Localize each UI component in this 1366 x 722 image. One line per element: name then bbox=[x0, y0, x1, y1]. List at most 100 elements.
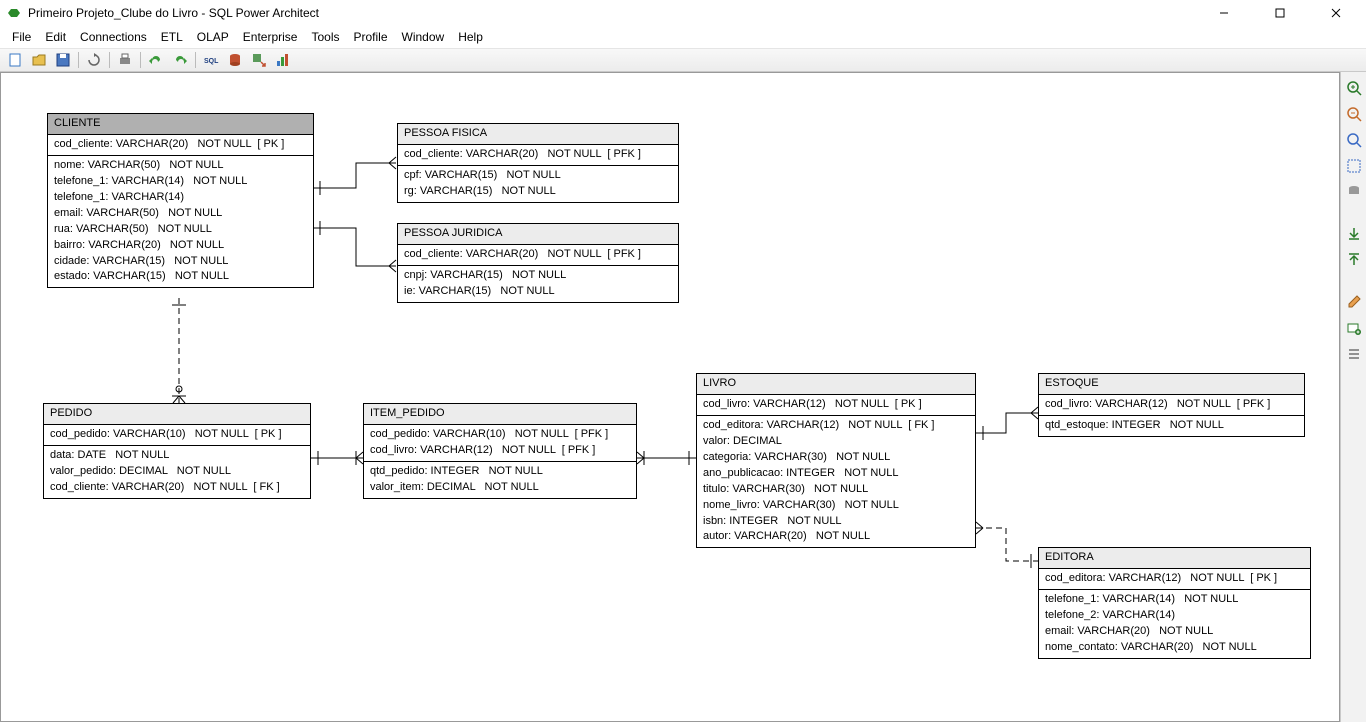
entity-header: CLIENTE bbox=[48, 114, 313, 134]
menu-file[interactable]: File bbox=[6, 28, 37, 46]
zoom-select-icon[interactable] bbox=[1344, 156, 1364, 176]
toolbar-sep bbox=[195, 52, 196, 68]
zoom-in-icon[interactable] bbox=[1344, 78, 1364, 98]
maximize-button[interactable] bbox=[1260, 2, 1300, 24]
column: email: VARCHAR(50) NOT NULL bbox=[54, 206, 307, 222]
column: data: DATE NOT NULL bbox=[50, 448, 304, 464]
column: cod_pedido: VARCHAR(10) NOT NULL [ PK ] bbox=[50, 427, 304, 443]
menu-enterprise[interactable]: Enterprise bbox=[237, 28, 304, 46]
download-icon[interactable] bbox=[1344, 224, 1364, 244]
col-section: telefone_1: VARCHAR(14) NOT NULL telefon… bbox=[1039, 590, 1310, 658]
pk-section: cod_livro: VARCHAR(12) NOT NULL [ PK ] bbox=[697, 394, 975, 416]
column: isbn: INTEGER NOT NULL bbox=[703, 514, 969, 530]
entity-header: ITEM_PEDIDO bbox=[364, 404, 636, 424]
entity-header: LIVRO bbox=[697, 374, 975, 394]
db-icon[interactable] bbox=[226, 51, 244, 69]
side-toolbar bbox=[1340, 72, 1366, 722]
pk-section: cod_cliente: VARCHAR(20) NOT NULL [ PFK … bbox=[398, 244, 678, 266]
entity-header: PEDIDO bbox=[44, 404, 310, 424]
new-table-icon[interactable] bbox=[1344, 318, 1364, 338]
column: cod_livro: VARCHAR(12) NOT NULL [ PFK ] bbox=[1045, 397, 1298, 413]
zoom-out-icon[interactable] bbox=[1344, 104, 1364, 124]
column: cod_livro: VARCHAR(12) NOT NULL [ PK ] bbox=[703, 397, 969, 413]
entity-pessoa-juridica[interactable]: PESSOA JURIDICA cod_cliente: VARCHAR(20)… bbox=[397, 223, 679, 303]
column: ie: VARCHAR(15) NOT NULL bbox=[404, 284, 672, 300]
chart-icon[interactable] bbox=[274, 51, 292, 69]
zoom-fit-icon[interactable] bbox=[1344, 130, 1364, 150]
column: titulo: VARCHAR(30) NOT NULL bbox=[703, 482, 969, 498]
col-section: nome: VARCHAR(50) NOT NULL telefone_1: V… bbox=[48, 156, 313, 288]
window-title: Primeiro Projeto_Clube do Livro - SQL Po… bbox=[28, 6, 1204, 20]
column: cpf: VARCHAR(15) NOT NULL bbox=[404, 168, 672, 184]
column: cod_cliente: VARCHAR(20) NOT NULL [ PK ] bbox=[54, 137, 307, 153]
new-relation-icon[interactable] bbox=[1344, 344, 1364, 364]
col-section: data: DATE NOT NULL valor_pedido: DECIMA… bbox=[44, 446, 310, 498]
column: autor: VARCHAR(20) NOT NULL bbox=[703, 529, 969, 545]
pk-section: cod_livro: VARCHAR(12) NOT NULL [ PFK ] bbox=[1039, 394, 1304, 416]
toolbar-sep bbox=[109, 52, 110, 68]
column: cod_editora: VARCHAR(12) NOT NULL [ FK ] bbox=[703, 418, 969, 434]
menu-etl[interactable]: ETL bbox=[155, 28, 189, 46]
menu-connections[interactable]: Connections bbox=[74, 28, 153, 46]
entity-item-pedido[interactable]: ITEM_PEDIDO cod_pedido: VARCHAR(10) NOT … bbox=[363, 403, 637, 499]
save-icon[interactable] bbox=[54, 51, 72, 69]
pk-section: cod_cliente: VARCHAR(20) NOT NULL [ PK ] bbox=[48, 134, 313, 156]
column: categoria: VARCHAR(30) NOT NULL bbox=[703, 450, 969, 466]
entity-header: PESSOA JURIDICA bbox=[398, 224, 678, 244]
column: cod_pedido: VARCHAR(10) NOT NULL [ PFK ] bbox=[370, 427, 630, 443]
new-icon[interactable] bbox=[6, 51, 24, 69]
pk-section: cod_pedido: VARCHAR(10) NOT NULL [ PK ] bbox=[44, 424, 310, 446]
column: telefone_1: VARCHAR(14) NOT NULL bbox=[1045, 592, 1304, 608]
toolbar-sep bbox=[78, 52, 79, 68]
open-icon[interactable] bbox=[30, 51, 48, 69]
column: cod_cliente: VARCHAR(20) NOT NULL [ PFK … bbox=[404, 147, 672, 163]
menu-edit[interactable]: Edit bbox=[39, 28, 72, 46]
col-section: qtd_pedido: INTEGER NOT NULL valor_item:… bbox=[364, 462, 636, 498]
menu-profile[interactable]: Profile bbox=[348, 28, 394, 46]
entity-header: ESTOQUE bbox=[1039, 374, 1304, 394]
refresh-icon[interactable] bbox=[85, 51, 103, 69]
edit-icon[interactable] bbox=[1344, 292, 1364, 312]
window-controls bbox=[1204, 2, 1356, 24]
column: nome_contato: VARCHAR(20) NOT NULL bbox=[1045, 640, 1304, 656]
entity-estoque[interactable]: ESTOQUE cod_livro: VARCHAR(12) NOT NULL … bbox=[1038, 373, 1305, 437]
column: cidade: VARCHAR(15) NOT NULL bbox=[54, 254, 307, 270]
menu-window[interactable]: Window bbox=[396, 28, 451, 46]
menu-help[interactable]: Help bbox=[452, 28, 489, 46]
column: nome: VARCHAR(50) NOT NULL bbox=[54, 158, 307, 174]
upload-icon[interactable] bbox=[1344, 250, 1364, 270]
menu-tools[interactable]: Tools bbox=[305, 28, 345, 46]
entity-cliente[interactable]: CLIENTE cod_cliente: VARCHAR(20) NOT NUL… bbox=[47, 113, 314, 288]
entity-pedido[interactable]: PEDIDO cod_pedido: VARCHAR(10) NOT NULL … bbox=[43, 403, 311, 499]
redo-icon[interactable] bbox=[171, 51, 189, 69]
svg-text:SQL: SQL bbox=[204, 58, 219, 65]
sql-icon[interactable]: SQL bbox=[202, 51, 220, 69]
close-button[interactable] bbox=[1316, 2, 1356, 24]
col-section: cpf: VARCHAR(15) NOT NULL rg: VARCHAR(15… bbox=[398, 166, 678, 202]
entity-header: PESSOA FISICA bbox=[398, 124, 678, 144]
pk-section: cod_editora: VARCHAR(12) NOT NULL [ PK ] bbox=[1039, 568, 1310, 590]
entity-pessoa-fisica[interactable]: PESSOA FISICA cod_cliente: VARCHAR(20) N… bbox=[397, 123, 679, 203]
column: cod_livro: VARCHAR(12) NOT NULL [ PFK ] bbox=[370, 443, 630, 459]
column: valor: DECIMAL bbox=[703, 434, 969, 450]
diagram-canvas[interactable]: CLIENTE cod_cliente: VARCHAR(20) NOT NUL… bbox=[0, 72, 1340, 722]
menu-olap[interactable]: OLAP bbox=[191, 28, 235, 46]
col-section: cnpj: VARCHAR(15) NOT NULL ie: VARCHAR(1… bbox=[398, 266, 678, 302]
db-tree-icon[interactable] bbox=[1344, 182, 1364, 202]
menubar: File Edit Connections ETL OLAP Enterpris… bbox=[0, 26, 1366, 48]
minimize-button[interactable] bbox=[1204, 2, 1244, 24]
column: cod_cliente: VARCHAR(20) NOT NULL [ PFK … bbox=[404, 247, 672, 263]
export-icon[interactable] bbox=[250, 51, 268, 69]
pk-section: cod_pedido: VARCHAR(10) NOT NULL [ PFK ]… bbox=[364, 424, 636, 462]
pk-section: cod_cliente: VARCHAR(20) NOT NULL [ PFK … bbox=[398, 144, 678, 166]
column: cnpj: VARCHAR(15) NOT NULL bbox=[404, 268, 672, 284]
print-icon[interactable] bbox=[116, 51, 134, 69]
undo-icon[interactable] bbox=[147, 51, 165, 69]
toolbar: SQL bbox=[0, 48, 1366, 72]
app-icon bbox=[6, 5, 22, 21]
column: rg: VARCHAR(15) NOT NULL bbox=[404, 184, 672, 200]
entity-livro[interactable]: LIVRO cod_livro: VARCHAR(12) NOT NULL [ … bbox=[696, 373, 976, 548]
column: telefone_2: VARCHAR(14) bbox=[1045, 608, 1304, 624]
column: valor_pedido: DECIMAL NOT NULL bbox=[50, 464, 304, 480]
entity-editora[interactable]: EDITORA cod_editora: VARCHAR(12) NOT NUL… bbox=[1038, 547, 1311, 659]
